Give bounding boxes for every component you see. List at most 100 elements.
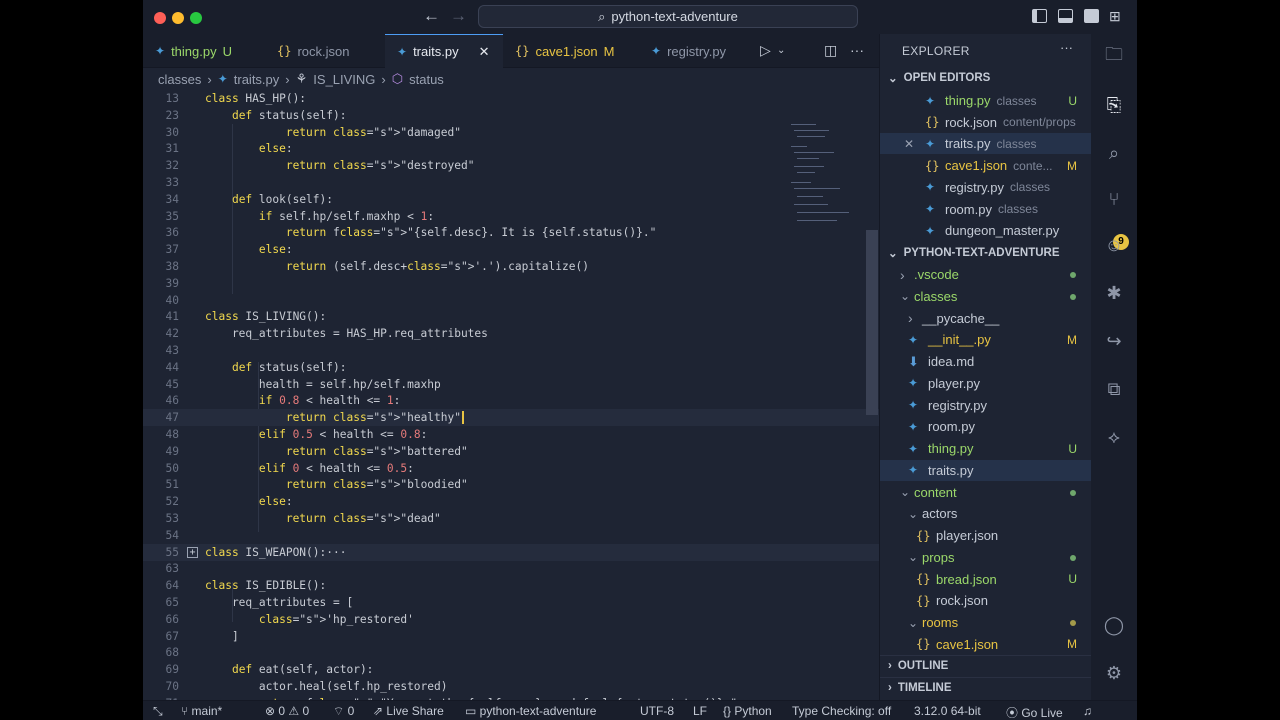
remote-icon[interactable]: ⤡ — [153, 704, 163, 719]
close-window-button[interactable] — [154, 12, 166, 24]
tree-file[interactable]: {} player.json — [880, 525, 1092, 546]
toggle-secondary-sidebar-icon[interactable] — [1084, 9, 1099, 23]
folder-icon[interactable]: 🗀 — [1103, 44, 1125, 68]
tree-file[interactable]: ✦ __init__.py M — [880, 329, 1092, 350]
timeline-section-header[interactable]: › TIMELINE — [880, 677, 1092, 697]
ports-status[interactable]: ⌔ 0 — [333, 704, 354, 719]
typecheck-status[interactable]: Type Checking: off — [792, 704, 891, 718]
explorer-files-icon[interactable]: ⎘ — [1103, 94, 1125, 116]
account-icon[interactable]: ◯ — [1103, 614, 1125, 636]
zoom-window-button[interactable] — [190, 12, 202, 24]
breadcrumb-class[interactable]: IS_LIVING — [313, 72, 375, 87]
code-line[interactable]: 66 class="s">'hp_restored' — [143, 611, 879, 628]
notifications-bell-icon[interactable]: ♫ — [1083, 704, 1092, 718]
code-line[interactable]: 69 def eat(self, actor): — [143, 661, 879, 678]
code-line[interactable]: 42 req_attributes = HAS_HP.req_attribute… — [143, 325, 879, 342]
command-center-search[interactable]: ⌕ python-text-adventure — [478, 5, 858, 28]
code-line[interactable]: 30 return class="s">"damaged" — [143, 124, 879, 141]
code-line[interactable]: 65 req_attributes = [ — [143, 594, 879, 611]
open-editor-item[interactable]: {} cave1.json conte... M — [880, 155, 1092, 176]
split-editor-icon[interactable]: ◫ — [824, 42, 837, 59]
code-line[interactable]: 43 — [143, 342, 879, 359]
tree-file[interactable]: {} bread.json U — [880, 569, 1092, 590]
tree-file[interactable]: ⬇ idea.md — [880, 351, 1092, 372]
forward-arrow-icon[interactable]: → — [450, 6, 467, 26]
code-line[interactable]: 55 + class IS_WEAPON():··· — [143, 543, 879, 561]
fold-expand-icon[interactable]: + — [187, 546, 198, 558]
code-line[interactable]: 23 def status(self): — [143, 106, 879, 124]
open-editors-section-header[interactable]: ⌄ OPEN EDITORS — [880, 68, 1092, 88]
interpreter-status[interactable]: 3.12.0 64-bit — [914, 704, 981, 718]
project-section-header[interactable]: ⌄ PYTHON-TEXT-ADVENTURE — [880, 243, 1092, 263]
tree-file[interactable]: ✦ thing.py U — [880, 438, 1092, 459]
code-line[interactable]: 33 — [143, 174, 879, 191]
code-editor[interactable]: 13 class HAS_HP(): 23 def status(self): 30 … — [143, 90, 879, 700]
tree-folder[interactable]: › .vscode — [880, 264, 1092, 285]
code-line[interactable]: 38 return (self.desc+class="s">'.').capi… — [143, 258, 879, 275]
run-menu-chevron-icon[interactable]: ⌄ — [777, 45, 785, 56]
language-status[interactable]: {} Python — [723, 704, 772, 718]
code-line[interactable]: 67 ] — [143, 628, 879, 645]
tab-registry-py[interactable]: ✦ registry.py — [639, 34, 749, 68]
more-actions-icon[interactable]: ··· — [850, 42, 864, 58]
code-line[interactable]: 70 actor.heal(self.hp_restored) — [143, 678, 879, 695]
code-line[interactable]: 47 return class="s">"healthy" — [143, 409, 879, 427]
outline-section-header[interactable]: › OUTLINE — [880, 655, 1092, 675]
code-line[interactable]: 51 return class="s">"bloodied" — [143, 476, 879, 493]
close-tab-icon[interactable]: ✕ — [479, 44, 490, 60]
tree-file[interactable]: ✦ registry.py — [880, 395, 1092, 416]
tree-folder[interactable]: ⌄ rooms — [880, 612, 1092, 633]
code-line[interactable]: 13 class HAS_HP(): — [143, 90, 879, 107]
tree-folder[interactable]: ⌄ classes — [880, 286, 1092, 307]
tree-file[interactable]: ✦ player.py — [880, 373, 1092, 394]
branch-status[interactable]: ⑂ main* — [181, 704, 222, 718]
more-actions-icon[interactable]: ··· — [1060, 40, 1073, 55]
tree-folder[interactable]: ⌄ actors — [880, 503, 1092, 524]
tree-folder[interactable]: › __pycache__ — [880, 308, 1092, 329]
open-editor-item[interactable]: ✦ room.py classes — [880, 199, 1092, 220]
tree-file[interactable]: {} cave1.json M — [880, 634, 1092, 655]
code-line[interactable]: 54 — [143, 527, 879, 544]
breadcrumb-folder[interactable]: classes — [158, 72, 201, 87]
toggle-primary-sidebar-icon[interactable] — [1032, 9, 1047, 23]
remote-explorer-icon[interactable]: ⟡ — [1103, 426, 1125, 448]
accounts-smile-icon[interactable]: ☺ — [1103, 234, 1125, 256]
go-live-status[interactable]: ⦿ Go Live — [1006, 704, 1063, 720]
open-editor-item[interactable]: ✦ registry.py classes — [880, 177, 1092, 198]
tab-rock-json[interactable]: {} rock.json — [265, 34, 385, 68]
eol-status[interactable]: LF — [693, 704, 707, 718]
tree-folder[interactable]: ⌄ props — [880, 547, 1092, 568]
code-line[interactable]: 52 else: — [143, 493, 879, 510]
close-editor-icon[interactable]: ✕ — [904, 137, 914, 151]
open-editor-item[interactable]: ✕ ✦ traits.py classes — [880, 133, 1092, 155]
search-icon[interactable]: ⌕ — [1103, 142, 1125, 164]
code-line[interactable]: 41 class IS_LIVING(): — [143, 308, 879, 325]
live-share-status[interactable]: ⇗ Live Share — [373, 704, 444, 718]
code-line[interactable]: 36 return fclass="s">"{self.desc}. It is… — [143, 224, 879, 241]
breadcrumb-method[interactable]: status — [409, 72, 444, 87]
toggle-panel-icon[interactable] — [1058, 9, 1073, 23]
problems-status[interactable]: ⊗ 0 ⚠ 0 — [265, 704, 309, 718]
code-line[interactable]: 64 class IS_EDIBLE(): — [143, 577, 879, 594]
source-control-icon[interactable]: ⑂ — [1103, 188, 1125, 210]
code-line[interactable]: 40 — [143, 292, 879, 309]
code-line[interactable]: 50 elif 0 < health <= 0.5: — [143, 460, 879, 477]
folder-status[interactable]: ▭ python-text-adventure — [465, 704, 596, 718]
code-line[interactable]: 68 — [143, 644, 879, 661]
code-line[interactable]: 48 elif 0.5 < health <= 0.8: — [143, 426, 879, 443]
code-line[interactable]: 37 else: — [143, 241, 879, 258]
code-line[interactable]: 32 return class="s">"destroyed" — [143, 157, 879, 174]
tree-file[interactable]: {} rock.json — [880, 590, 1092, 611]
code-line[interactable]: 31 else: — [143, 140, 879, 157]
open-editor-item[interactable]: ✦ thing.py classes U — [880, 90, 1092, 111]
code-line[interactable]: 45 health = self.hp/self.maxhp — [143, 376, 879, 393]
tab-thing-py[interactable]: ✦ thing.py U — [143, 34, 265, 68]
live-share-icon[interactable]: ↪ — [1103, 330, 1125, 352]
encoding-status[interactable]: UTF-8 — [640, 704, 674, 718]
run-python-icon[interactable]: ▷ — [760, 42, 771, 59]
customize-layout-icon[interactable]: ⊞ — [1109, 8, 1121, 25]
debug-bug-icon[interactable]: ✱ — [1103, 282, 1125, 304]
tree-folder[interactable]: ⌄ content — [880, 482, 1092, 503]
code-line[interactable]: 46 if 0.8 < health <= 1: — [143, 392, 879, 409]
editor-scrollbar[interactable] — [866, 230, 878, 415]
